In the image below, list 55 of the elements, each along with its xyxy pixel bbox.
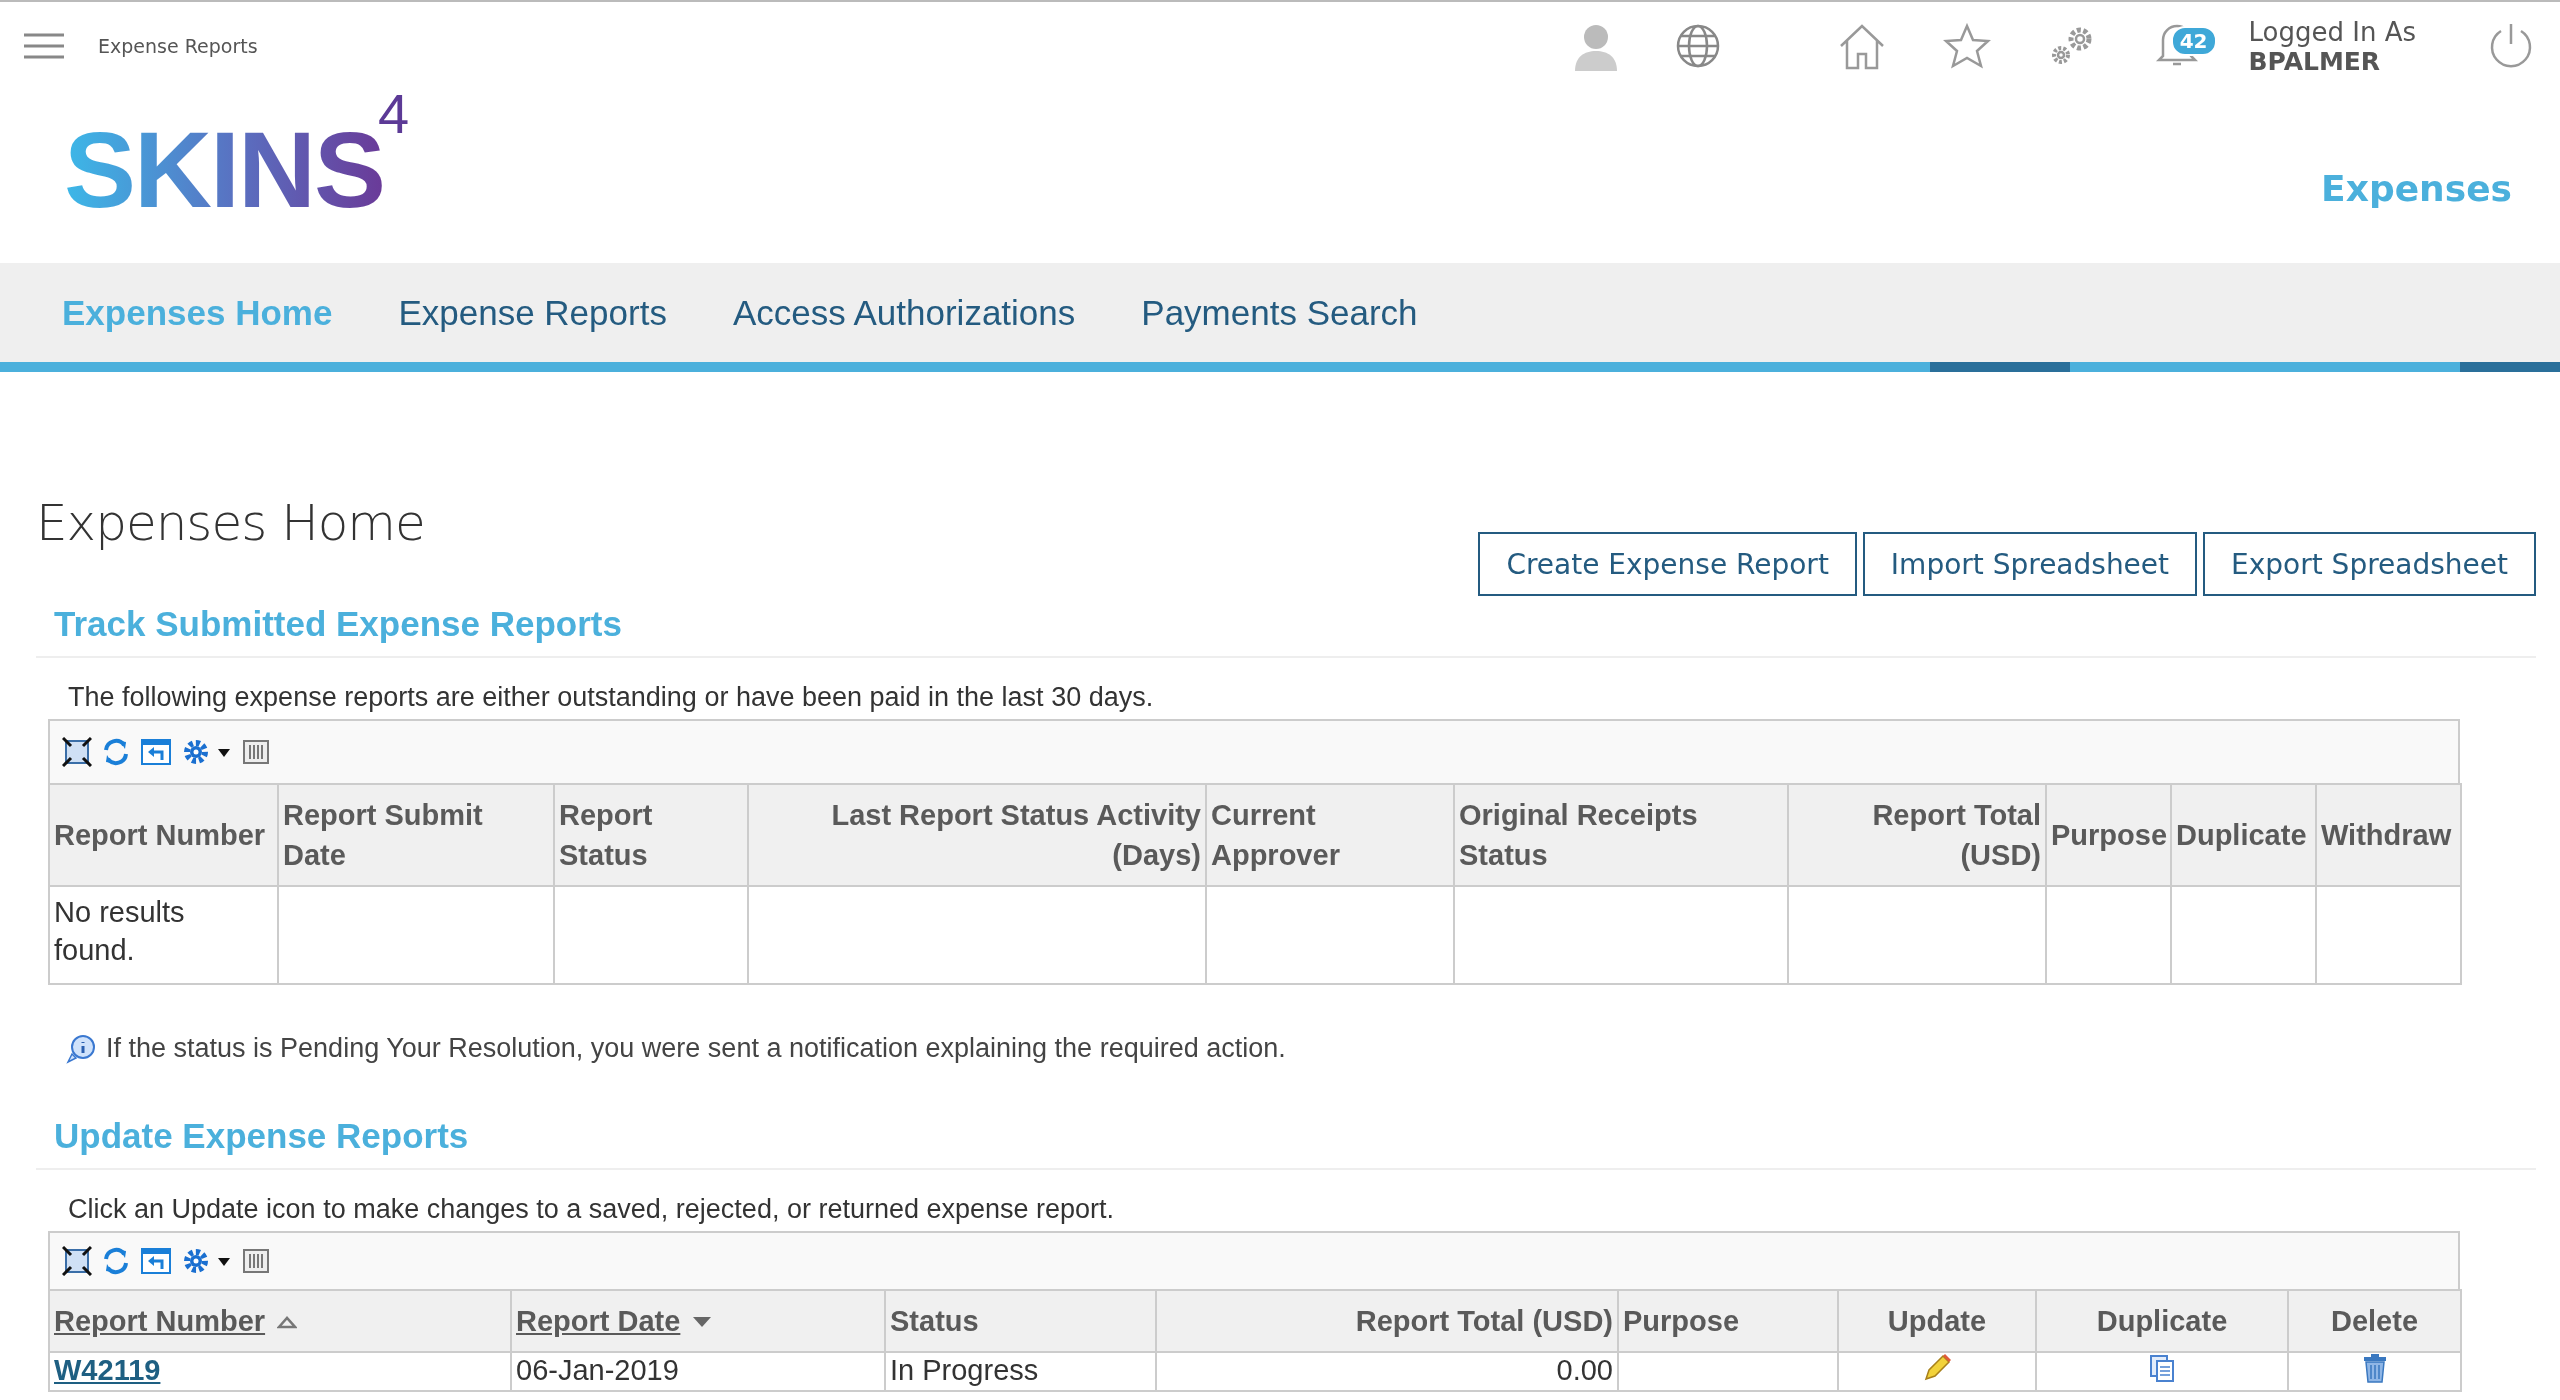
refresh-icon[interactable] bbox=[102, 738, 130, 766]
duplicate-icon[interactable] bbox=[2147, 1353, 2177, 1383]
info-note: If the status is Pending Your Resolution, you were sent a notification explaining the required action. bbox=[106, 1033, 1286, 1064]
username: BPALMER bbox=[2248, 46, 2382, 76]
app-title: Expenses bbox=[2321, 168, 2512, 209]
action-button[interactable]: Create Expense Report bbox=[1478, 532, 1857, 596]
column-header: Duplicate bbox=[2036, 1290, 2288, 1352]
nav-tab[interactable]: Access Authorizations bbox=[732, 292, 1076, 333]
action-button[interactable]: Import Spreadsheet bbox=[1862, 532, 2198, 596]
section-title: Track Submitted Expense Reports bbox=[36, 596, 2536, 658]
info-icon bbox=[66, 1033, 98, 1064]
column-header: Report Number bbox=[49, 784, 278, 886]
empty-message: No results found. bbox=[49, 886, 278, 984]
column-header: Withdraw bbox=[2316, 784, 2461, 886]
column-header: Current Approver bbox=[1206, 784, 1454, 886]
globe-icon[interactable] bbox=[1674, 23, 1721, 69]
column-header: Status bbox=[885, 1290, 1156, 1352]
action-button[interactable]: Export Spreadsheet bbox=[2203, 532, 2536, 596]
table-cell: 0.00 bbox=[1156, 1352, 1618, 1391]
trash-icon[interactable] bbox=[2361, 1353, 2388, 1383]
column-header: Purpose bbox=[2046, 784, 2171, 886]
column-header: Last Report Status Activity (Days) bbox=[748, 784, 1206, 886]
columns-icon[interactable] bbox=[242, 1247, 270, 1275]
refresh-icon[interactable] bbox=[102, 1247, 130, 1275]
column-header: Report Status bbox=[554, 784, 748, 886]
table-cell: 06-Jan-2019 bbox=[511, 1352, 885, 1391]
reset-icon[interactable] bbox=[140, 738, 172, 766]
column-header: Purpose bbox=[1618, 1290, 1838, 1352]
star-icon[interactable] bbox=[1942, 23, 1991, 69]
login-label: Logged In As bbox=[2248, 16, 2416, 47]
gear-dropdown-icon[interactable] bbox=[182, 1246, 232, 1276]
column-header: Delete bbox=[2288, 1290, 2461, 1352]
report-link[interactable]: W42119 bbox=[54, 1354, 161, 1386]
table-cell: In Progress bbox=[885, 1352, 1156, 1391]
column-header: Report Total (USD) bbox=[1156, 1290, 1618, 1352]
section-description: The following expense reports are either outstanding or have been paid in the last 30 days. bbox=[67, 681, 1155, 714]
section-title: Update Expense Reports bbox=[36, 1108, 2536, 1170]
columns-icon[interactable] bbox=[242, 738, 270, 766]
page-title: Expenses Home bbox=[36, 494, 425, 552]
nav-tab[interactable]: Expense Reports bbox=[398, 292, 667, 333]
nav-tab[interactable]: Payments Search bbox=[1141, 292, 1418, 333]
notification-badge: 42 bbox=[2170, 26, 2217, 56]
column-header: Report Submit Date bbox=[278, 784, 554, 886]
column-header: Duplicate bbox=[2171, 784, 2316, 886]
section-description: Click an Update icon to make changes to a saved, rejected, or returned expense report. bbox=[67, 1193, 1116, 1226]
reset-icon[interactable] bbox=[140, 1247, 172, 1275]
column-header: Update bbox=[1838, 1290, 2036, 1352]
gear-dropdown-icon[interactable] bbox=[182, 737, 232, 767]
column-header: Report Total (USD) bbox=[1788, 784, 2046, 886]
column-header: Original Receipts Status bbox=[1454, 784, 1788, 886]
breadcrumb[interactable]: Expense Reports bbox=[98, 35, 258, 57]
menu-icon[interactable] bbox=[24, 33, 64, 59]
expand-icon[interactable] bbox=[62, 1246, 92, 1276]
expand-icon[interactable] bbox=[62, 737, 92, 767]
pencil-icon[interactable] bbox=[1922, 1353, 1952, 1383]
